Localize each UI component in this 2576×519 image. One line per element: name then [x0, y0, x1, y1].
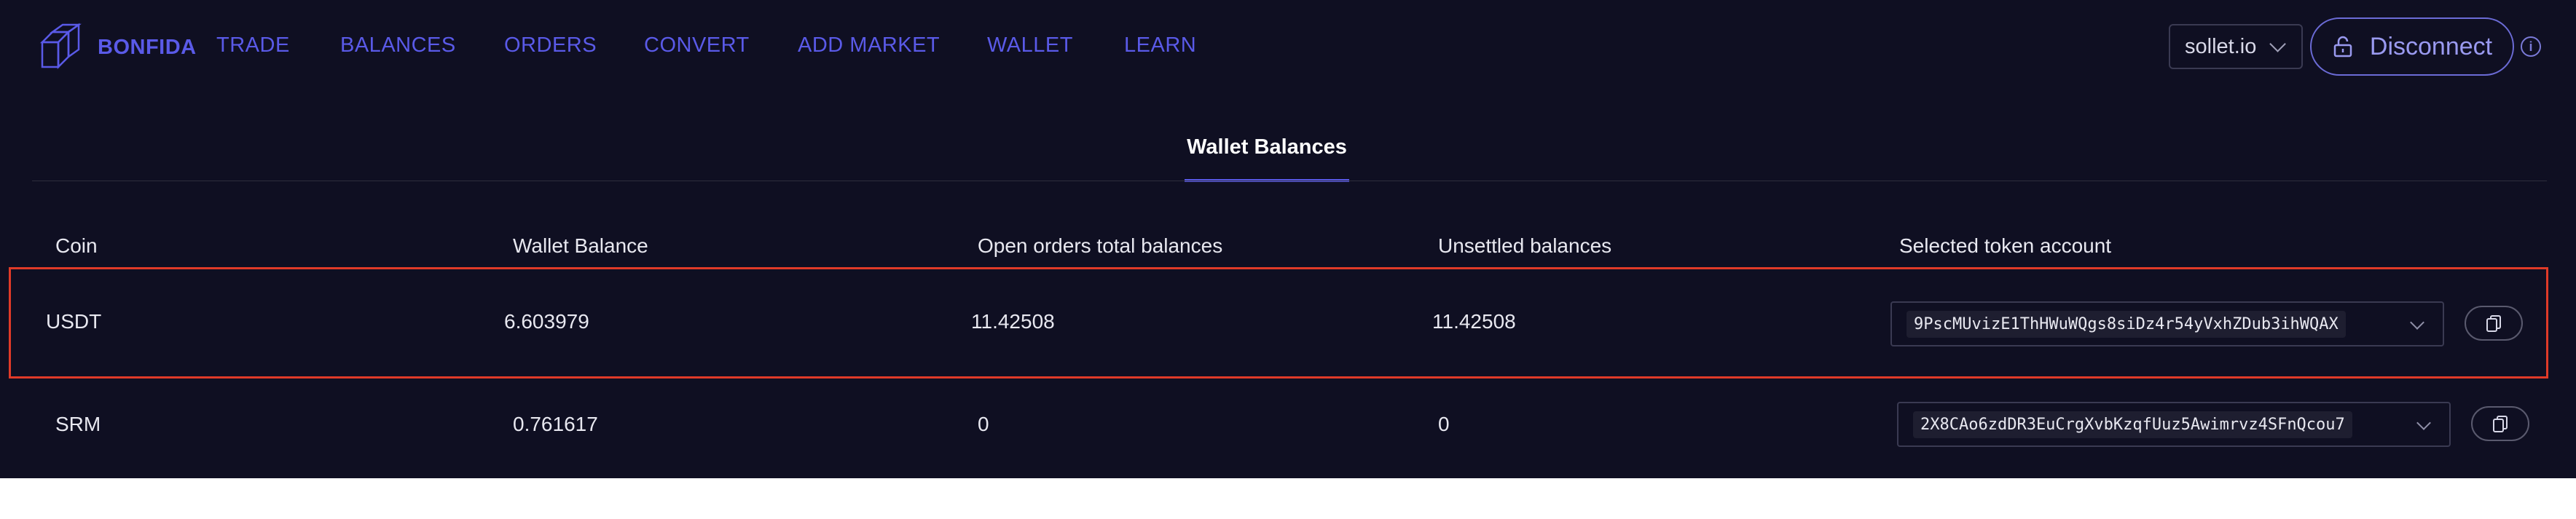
open-orders-cell: 0	[978, 413, 989, 435]
table-row: USDT 6.603979 11.42508 11.42508 9PscMUvi…	[9, 267, 2548, 379]
wallet-balance-cell: 0.761617	[513, 413, 598, 435]
header-wallet-balance: Wallet Balance	[513, 234, 648, 257]
chevron-down-icon	[2416, 416, 2431, 430]
nav-orders[interactable]: ORDERS	[504, 33, 597, 58]
nav-convert[interactable]: CONVERT	[644, 33, 750, 58]
app-window: BONFIDA TRADE BALANCES ORDERS CONVERT AD…	[0, 0, 2576, 478]
chevron-down-icon	[2410, 315, 2424, 330]
coin-cell: USDT	[46, 310, 102, 333]
nav-balances[interactable]: BALANCES	[340, 33, 456, 58]
nav-learn[interactable]: LEARN	[1124, 33, 1196, 58]
header-token-account: Selected token account	[1899, 234, 2112, 257]
token-account-select[interactable]: 9PscMUvizE1ThHWuWQgs8siDz4r54yVxhZDub3ih…	[1890, 301, 2444, 346]
brand-logo[interactable]: BONFIDA	[36, 22, 197, 73]
token-account-address: 2X8CAo6zdDR3EuCrgXvbKzqfUuz5Awimrvz4SFnQ…	[1913, 411, 2352, 438]
open-orders-cell: 11.42508	[971, 310, 1055, 333]
nav-add-market[interactable]: ADD MARKET	[798, 33, 940, 58]
info-icon[interactable]: i	[2521, 36, 2541, 57]
copy-icon	[2493, 416, 2508, 432]
token-account-address: 9PscMUvizE1ThHWuWQgs8siDz4r54yVxhZDub3ih…	[1907, 310, 2346, 338]
coin-cell: SRM	[55, 413, 101, 435]
table-row: SRM 0.761617 0 0 2X8CAo6zdDR3EuCrgXvbKzq…	[9, 379, 2548, 478]
unsettled-cell: 0	[1438, 413, 1450, 435]
token-account-select[interactable]: 2X8CAo6zdDR3EuCrgXvbKzqfUuz5Awimrvz4SFnQ…	[1897, 402, 2451, 447]
wallet-balance-cell: 6.603979	[504, 310, 589, 333]
brand-name: BONFIDA	[98, 35, 197, 59]
disconnect-label: Disconnect	[2369, 32, 2493, 60]
copy-icon	[2486, 315, 2501, 332]
nav-trade[interactable]: TRADE	[216, 33, 290, 58]
top-navbar: BONFIDA TRADE BALANCES ORDERS CONVERT AD…	[0, 0, 2576, 93]
bonfida-cube-icon	[39, 23, 82, 70]
header-coin: Coin	[55, 234, 98, 257]
tab-wallet-balances[interactable]: Wallet Balances	[1185, 135, 1349, 159]
wallet-provider-select[interactable]: sollet.io	[2169, 24, 2303, 69]
unlock-icon	[2333, 36, 2352, 58]
copy-address-button[interactable]	[2471, 406, 2529, 441]
nav-wallet[interactable]: WALLET	[987, 33, 1073, 58]
unsettled-cell: 11.42508	[1432, 310, 1516, 333]
header-unsettled: Unsettled balances	[1438, 234, 1612, 257]
wallet-provider-value: sollet.io	[2185, 34, 2257, 58]
header-open-orders: Open orders total balances	[978, 234, 1223, 257]
chevron-down-icon	[2269, 36, 2287, 52]
disconnect-button[interactable]: Disconnect	[2310, 17, 2514, 76]
copy-address-button[interactable]	[2465, 306, 2523, 341]
